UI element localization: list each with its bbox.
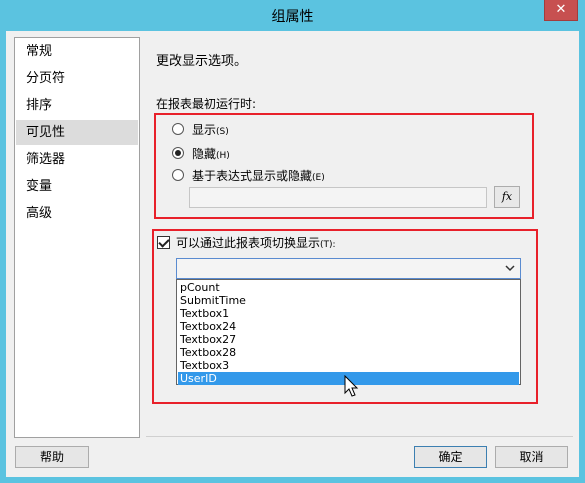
dialog-client: 常规 分页符 排序 可见性 筛选器 变量 高级 更改显示选项。 在报表最初运行时…: [6, 31, 579, 477]
mouse-pointer-icon: [344, 375, 359, 397]
nav-item-advanced[interactable]: 高级: [16, 201, 138, 226]
radio-hide-accel: (H): [216, 150, 230, 161]
expression-input[interactable]: [189, 187, 487, 208]
dropdown-option[interactable]: Textbox3: [178, 359, 519, 372]
radio-show-accel: (S): [216, 126, 229, 137]
close-button[interactable]: ✕: [544, 0, 578, 21]
nav-item-visibility[interactable]: 可见性: [16, 120, 138, 145]
initial-visibility-label: 在报表最初运行时:: [156, 97, 257, 111]
toggle-checkbox-accel: (T):: [320, 239, 336, 250]
toggle-checkbox[interactable]: [157, 235, 170, 249]
toggle-checkbox-label: 可以通过此报表项切换显示: [176, 235, 321, 250]
cancel-button[interactable]: 取消: [495, 446, 568, 468]
ok-button[interactable]: 确定: [414, 446, 487, 468]
dropdown-option[interactable]: SubmitTime: [178, 294, 519, 307]
nav-list: 常规 分页符 排序 可见性 筛选器 变量 高级: [14, 37, 140, 438]
dropdown-list: pCount SubmitTime Textbox1 Textbox24 Tex…: [176, 279, 521, 385]
radio-hide-label: 隐藏: [192, 146, 217, 161]
dialog-window: 组属性 ✕ 常规 分页符 排序 可见性 筛选器 变量 高级 更改显示选项。 在报…: [0, 0, 585, 483]
help-button[interactable]: 帮助: [15, 446, 89, 468]
radio-show-label: 显示: [192, 122, 217, 137]
radio-expression-accel: (E): [312, 172, 325, 183]
dropdown-option[interactable]: pCount: [178, 281, 519, 294]
radio-expression-label: 基于表达式显示或隐藏: [192, 168, 313, 183]
title-bar[interactable]: 组属性 ✕: [0, 0, 585, 31]
fx-icon: fx: [501, 190, 513, 203]
window-title: 组属性: [271, 9, 314, 25]
toggle-checkbox-row[interactable]: 可以通过此报表项切换显示(T):: [157, 233, 336, 251]
dropdown-option[interactable]: Textbox27: [178, 333, 519, 346]
footer-separator: [146, 436, 573, 437]
close-icon: ✕: [555, 2, 567, 17]
dropdown-option[interactable]: Textbox1: [178, 307, 519, 320]
radio-show-circle[interactable]: [172, 123, 184, 135]
expression-fx-button[interactable]: fx: [494, 186, 520, 208]
radio-hide-circle[interactable]: [172, 147, 184, 159]
nav-item-general[interactable]: 常规: [16, 39, 138, 64]
nav-item-page-breaks[interactable]: 分页符: [16, 66, 138, 91]
radio-hide[interactable]: 隐藏(H): [172, 144, 230, 162]
page-heading: 更改显示选项。: [156, 54, 248, 69]
radio-show[interactable]: 显示(S): [172, 120, 229, 138]
chevron-down-icon[interactable]: [504, 262, 516, 274]
dropdown-option[interactable]: Textbox28: [178, 346, 519, 359]
radio-expression[interactable]: 基于表达式显示或隐藏(E): [172, 166, 325, 184]
dropdown-option[interactable]: Textbox24: [178, 320, 519, 333]
nav-item-sorting[interactable]: 排序: [16, 93, 138, 118]
radio-expression-circle[interactable]: [172, 169, 184, 181]
nav-item-filters[interactable]: 筛选器: [16, 147, 138, 172]
nav-item-variables[interactable]: 变量: [16, 174, 138, 199]
toggle-item-dropdown[interactable]: [176, 258, 521, 279]
